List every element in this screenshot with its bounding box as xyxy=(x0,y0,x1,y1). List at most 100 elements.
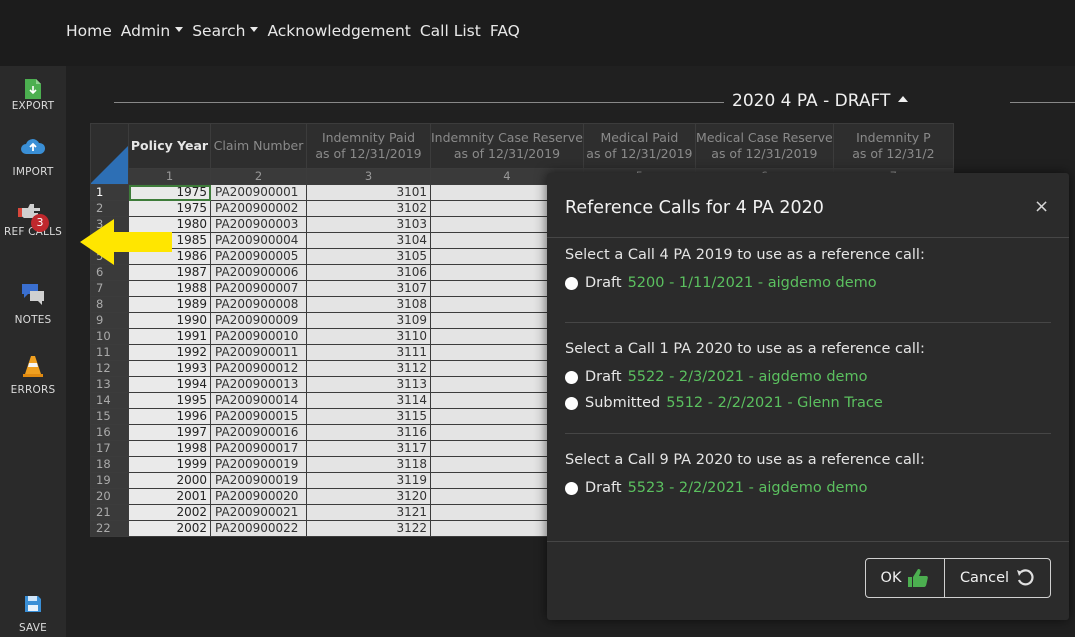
grid-cell[interactable]: PA200900005 xyxy=(210,248,307,265)
reference-call-option[interactable]: Submitted 5512 - 2/2/2021 - Glenn Trace xyxy=(565,395,883,411)
grid-cell[interactable]: 3107 xyxy=(306,280,431,297)
row-number[interactable]: 10 xyxy=(90,328,129,345)
nav-item-call-list[interactable]: Call List xyxy=(420,22,481,40)
grid-corner[interactable] xyxy=(90,123,129,185)
grid-cell[interactable]: 1989 xyxy=(128,296,211,313)
grid-cell[interactable]: PA200900001 xyxy=(210,184,307,201)
grid-cell[interactable]: PA200900003 xyxy=(210,216,307,233)
grid-cell[interactable]: 1999 xyxy=(128,456,211,473)
grid-cell[interactable]: 1995 xyxy=(128,392,211,409)
grid-cell[interactable]: 1987 xyxy=(128,264,211,281)
grid-cell[interactable]: PA200900004 xyxy=(210,232,307,249)
grid-cell[interactable]: 3119 xyxy=(306,472,431,489)
sidebar-errors[interactable]: ERRORS xyxy=(0,354,66,396)
grid-cell[interactable]: 2001 xyxy=(128,488,211,505)
row-number[interactable]: 8 xyxy=(90,296,129,313)
row-number[interactable]: 18 xyxy=(90,456,129,473)
row-number[interactable]: 12 xyxy=(90,360,129,377)
grid-cell[interactable]: 3114 xyxy=(306,392,431,409)
sidebar-notes[interactable]: NOTES xyxy=(0,282,66,326)
reference-call-option[interactable]: Draft 5522 - 2/3/2021 - aigdemo demo xyxy=(565,369,867,385)
grid-cell[interactable]: PA200900002 xyxy=(210,200,307,217)
sidebar-save[interactable]: SAVE xyxy=(0,594,66,634)
row-number[interactable]: 16 xyxy=(90,424,129,441)
grid-cell[interactable]: PA200900007 xyxy=(210,280,307,297)
column-header[interactable]: Claim Number xyxy=(210,123,307,169)
sheet-title[interactable]: 2020 4 PA - DRAFT xyxy=(732,91,909,111)
grid-cell[interactable]: 3103 xyxy=(306,216,431,233)
grid-cell[interactable]: 1996 xyxy=(128,408,211,425)
grid-cell[interactable]: 1975 xyxy=(128,184,211,201)
row-number[interactable]: 15 xyxy=(90,408,129,425)
row-number[interactable]: 7 xyxy=(90,280,129,297)
grid-cell[interactable]: PA200900021 xyxy=(210,504,307,521)
column-number[interactable]: 3 xyxy=(306,168,431,185)
grid-cell[interactable]: 3115 xyxy=(306,408,431,425)
nav-item-faq[interactable]: FAQ xyxy=(490,22,520,40)
grid-cell[interactable]: 1975 xyxy=(128,200,211,217)
sidebar-export[interactable]: EXPORT xyxy=(0,78,66,112)
radio-button[interactable] xyxy=(565,396,578,410)
grid-cell[interactable]: 3106 xyxy=(306,264,431,281)
grid-cell[interactable]: 3105 xyxy=(306,248,431,265)
grid-cell[interactable]: 1998 xyxy=(128,440,211,457)
grid-cell[interactable]: PA200900014 xyxy=(210,392,307,409)
column-number[interactable]: 2 xyxy=(210,168,307,185)
row-number[interactable]: 17 xyxy=(90,440,129,457)
grid-cell[interactable]: 3102 xyxy=(306,200,431,217)
column-number[interactable]: 1 xyxy=(128,168,211,185)
grid-cell[interactable]: 1997 xyxy=(128,424,211,441)
row-number[interactable]: 2 xyxy=(90,200,129,217)
grid-cell[interactable]: 2002 xyxy=(128,504,211,521)
nav-item-admin[interactable]: Admin xyxy=(121,22,184,40)
column-header[interactable]: Indemnity Case Reserve as of 12/31/2019 xyxy=(430,123,584,169)
ok-button[interactable]: OK xyxy=(866,559,945,597)
row-number[interactable]: 14 xyxy=(90,392,129,409)
grid-cell[interactable]: PA200900016 xyxy=(210,424,307,441)
grid-cell[interactable]: PA200900017 xyxy=(210,440,307,457)
row-number[interactable]: 22 xyxy=(90,520,129,537)
radio-button[interactable] xyxy=(565,481,578,495)
grid-cell[interactable]: 1991 xyxy=(128,328,211,345)
grid-cell[interactable]: 3116 xyxy=(306,424,431,441)
grid-cell[interactable]: PA200900011 xyxy=(210,344,307,361)
grid-cell[interactable]: 3101 xyxy=(306,184,431,201)
grid-cell[interactable]: PA200900019 xyxy=(210,472,307,489)
radio-button[interactable] xyxy=(565,276,578,290)
grid-cell[interactable]: 3118 xyxy=(306,456,431,473)
grid-cell[interactable]: 1994 xyxy=(128,376,211,393)
nav-item-acknowledgement[interactable]: Acknowledgement xyxy=(267,22,410,40)
grid-cell[interactable]: PA200900012 xyxy=(210,360,307,377)
row-number[interactable]: 9 xyxy=(90,312,129,329)
grid-cell[interactable]: 1992 xyxy=(128,344,211,361)
grid-cell[interactable]: 2002 xyxy=(128,520,211,537)
grid-cell[interactable]: PA200900010 xyxy=(210,328,307,345)
grid-cell[interactable]: 3104 xyxy=(306,232,431,249)
grid-cell[interactable]: 1988 xyxy=(128,280,211,297)
sidebar-import[interactable]: IMPORT xyxy=(0,136,66,178)
row-number[interactable]: 19 xyxy=(90,472,129,489)
column-header[interactable]: Policy Year xyxy=(128,123,211,169)
grid-cell[interactable]: 3122 xyxy=(306,520,431,537)
grid-cell[interactable]: 3108 xyxy=(306,296,431,313)
grid-cell[interactable]: 1990 xyxy=(128,312,211,329)
grid-cell[interactable]: 3112 xyxy=(306,360,431,377)
cancel-button[interactable]: Cancel xyxy=(945,559,1050,597)
grid-cell[interactable]: 2000 xyxy=(128,472,211,489)
column-header[interactable]: Indemnity Paid as of 12/31/2019 xyxy=(306,123,431,169)
column-header[interactable]: Medical Paid as of 12/31/2019 xyxy=(582,123,696,169)
row-number[interactable]: 1 xyxy=(90,184,129,201)
sidebar-ref-calls[interactable]: 3 REF CALLS xyxy=(0,202,66,238)
grid-cell[interactable]: 3117 xyxy=(306,440,431,457)
grid-cell[interactable]: 3109 xyxy=(306,312,431,329)
column-header[interactable]: Indemnity Pas of 12/31/2 xyxy=(832,123,954,169)
grid-cell[interactable]: 3120 xyxy=(306,488,431,505)
grid-cell[interactable]: PA200900008 xyxy=(210,296,307,313)
radio-button[interactable] xyxy=(565,370,578,384)
grid-cell[interactable]: PA200900022 xyxy=(210,520,307,537)
grid-cell[interactable]: PA200900015 xyxy=(210,408,307,425)
row-number[interactable]: 20 xyxy=(90,488,129,505)
grid-cell[interactable]: 3121 xyxy=(306,504,431,521)
nav-item-search[interactable]: Search xyxy=(192,22,259,40)
grid-cell[interactable]: 3111 xyxy=(306,344,431,361)
